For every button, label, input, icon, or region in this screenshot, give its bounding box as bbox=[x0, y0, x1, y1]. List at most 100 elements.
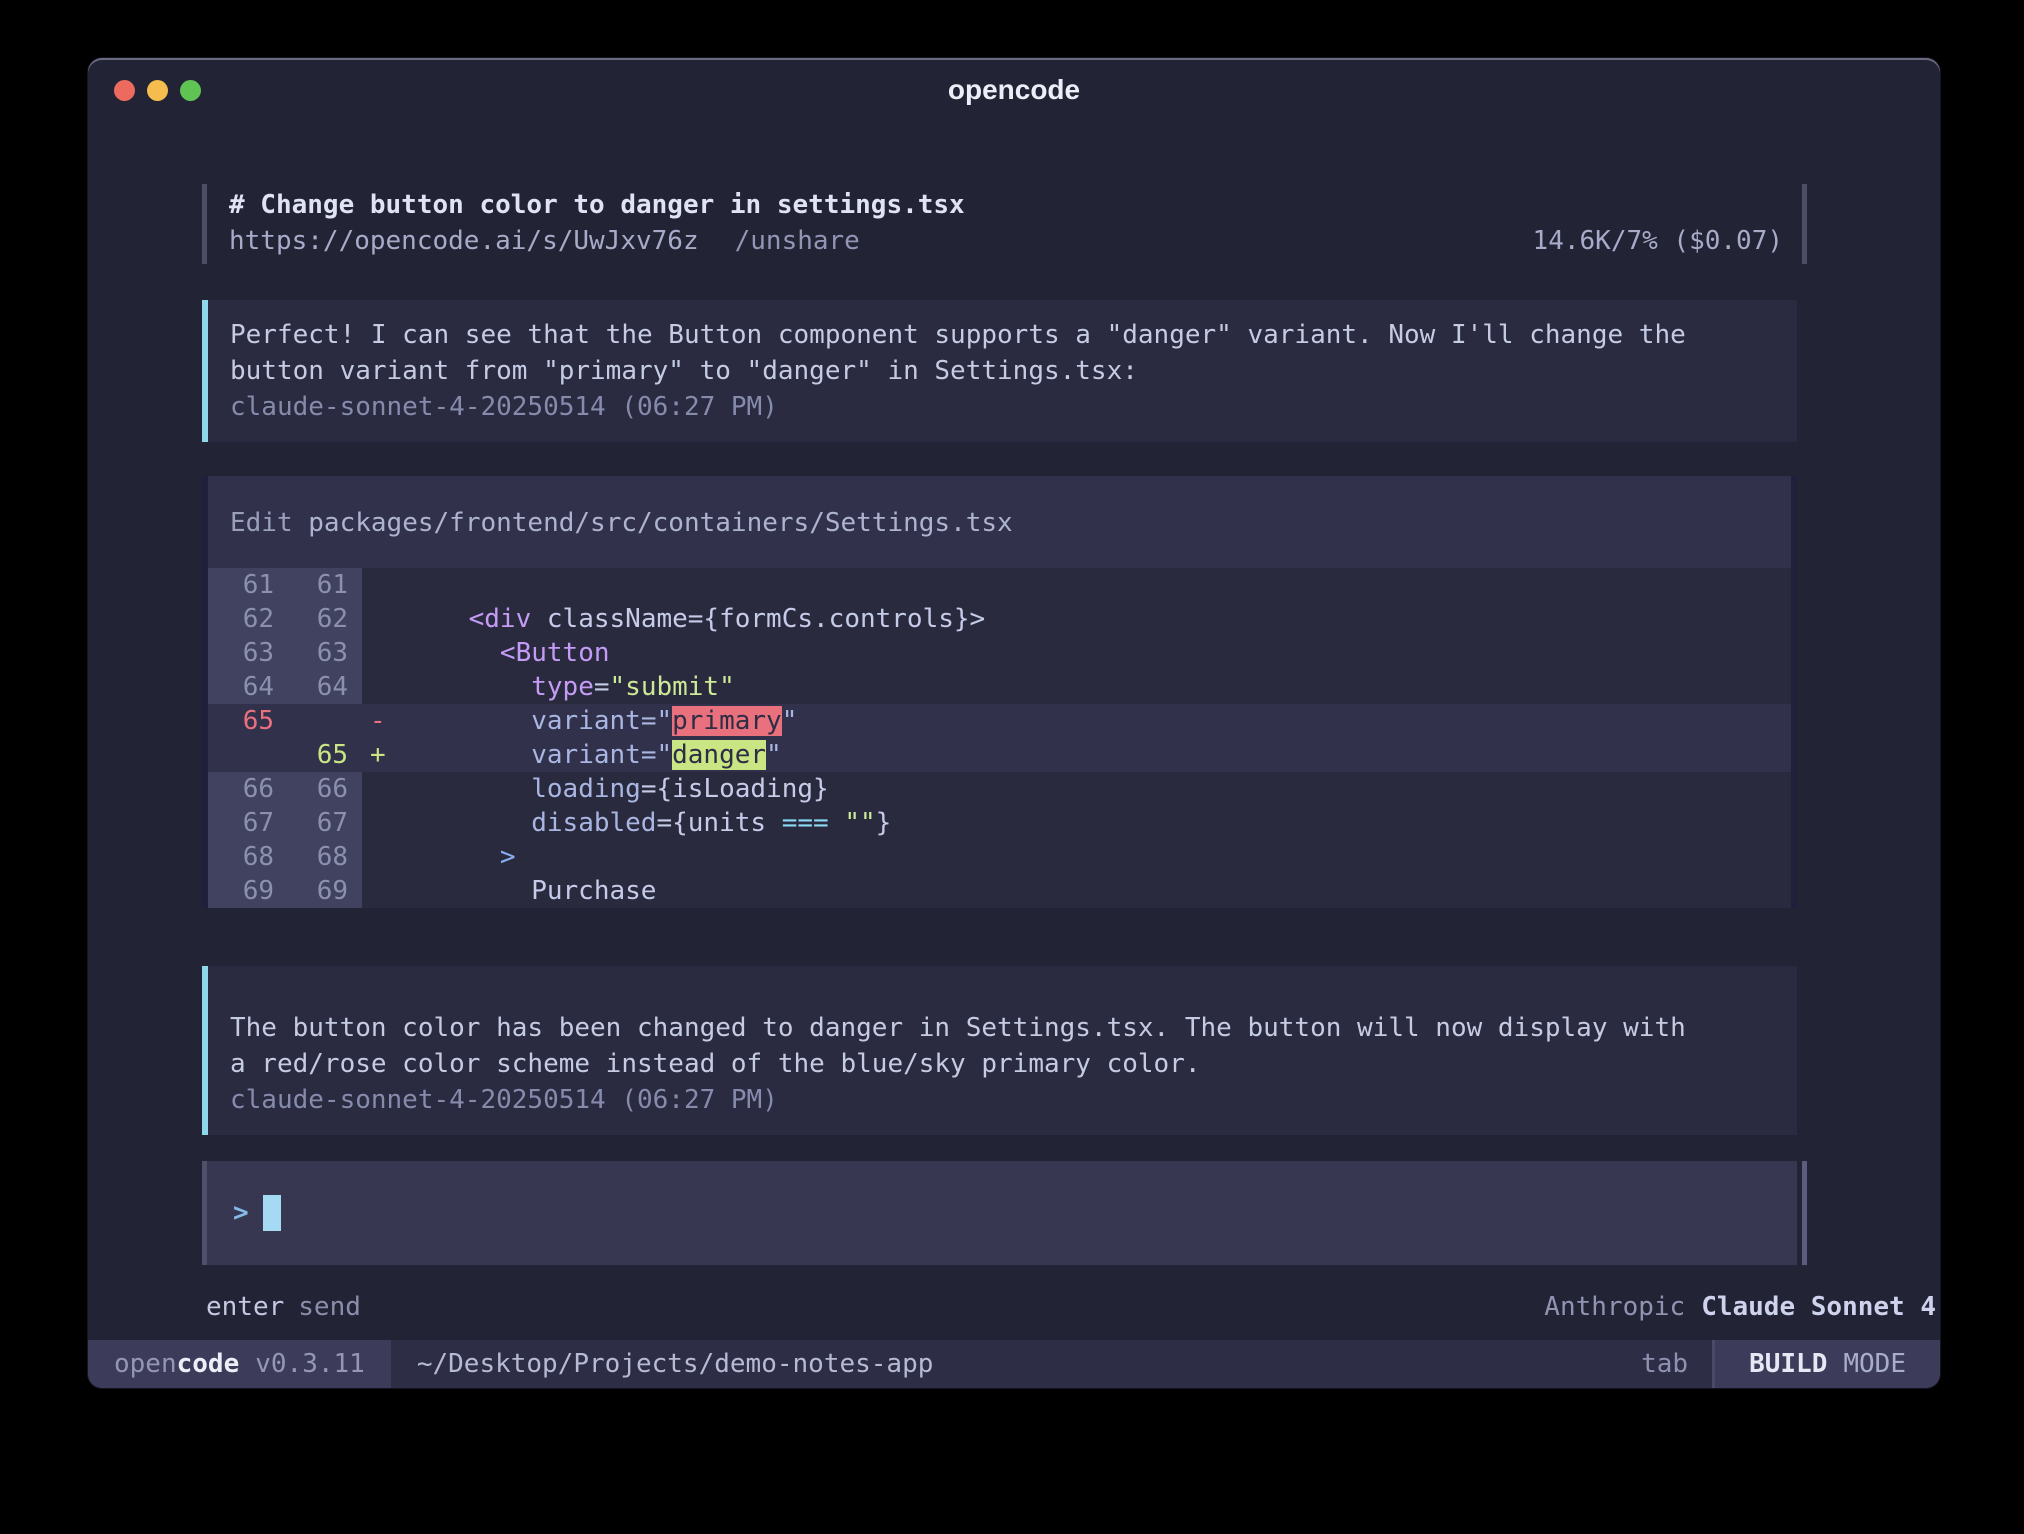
code-token: Purchase bbox=[406, 876, 656, 906]
assistant-message-meta: claude-sonnet-4-20250514 (06:27 PM) bbox=[230, 389, 1767, 425]
unshare-command[interactable]: /unshare bbox=[735, 224, 860, 258]
code-token bbox=[406, 706, 531, 736]
window-titlebar[interactable]: opencode bbox=[88, 58, 1940, 122]
window-title: opencode bbox=[948, 74, 1080, 106]
diff-new-lineno: 64 bbox=[288, 670, 362, 704]
prompt-chevron: > bbox=[233, 1198, 249, 1228]
diff-new-lineno: 62 bbox=[288, 602, 362, 636]
assistant-message-text: Perfect! I can see that the Button compo… bbox=[230, 317, 1690, 389]
code-token: primary bbox=[672, 706, 782, 736]
code-token bbox=[406, 740, 531, 770]
diff-new-lineno: 69 bbox=[288, 874, 362, 908]
prompt-input-wrap: > bbox=[202, 1161, 1797, 1265]
diff-code-line: <div className={formCs.controls}> bbox=[406, 602, 1791, 636]
diff-old-lineno: 69 bbox=[208, 874, 288, 908]
zoom-button[interactable] bbox=[180, 80, 201, 101]
diff-change-marker bbox=[362, 670, 406, 704]
app-name-normal: open bbox=[114, 1349, 177, 1379]
code-token bbox=[406, 672, 531, 702]
diff-change-marker bbox=[362, 772, 406, 806]
diff-new-lineno: 68 bbox=[288, 840, 362, 874]
diff-code-line: Purchase bbox=[406, 874, 1791, 908]
diff-new-lineno: 61 bbox=[288, 568, 362, 602]
diff-code-line: type="submit" bbox=[406, 670, 1791, 704]
edited-file-path: packages/frontend/src/containers/Setting… bbox=[308, 508, 1012, 538]
working-directory: ~/Desktop/Projects/demo-notes-app bbox=[417, 1349, 934, 1379]
input-hint-row: enter send Anthropic Claude Sonnet 4 bbox=[202, 1289, 1940, 1325]
opencode-window: opencode # Change button color to danger… bbox=[88, 58, 1940, 1388]
code-token: type bbox=[531, 672, 594, 702]
code-token: " bbox=[766, 740, 782, 770]
code-token bbox=[406, 604, 469, 634]
assistant-message: The button color has been changed to dan… bbox=[202, 966, 1797, 1135]
diff-change-marker bbox=[362, 568, 406, 602]
code-token bbox=[829, 808, 845, 838]
context-usage-stats: 14.6K/7% ($0.07) bbox=[1533, 224, 1797, 258]
diff-row: 6767 disabled={units === ""} bbox=[208, 806, 1791, 840]
assistant-message-meta: claude-sonnet-4-20250514 (06:27 PM) bbox=[230, 1082, 1767, 1118]
code-token: variant bbox=[531, 740, 641, 770]
minimize-button[interactable] bbox=[147, 80, 168, 101]
diff-old-lineno: 63 bbox=[208, 636, 288, 670]
app-version-segment: opencode v0.3.11 bbox=[88, 1340, 391, 1388]
diff-change-marker bbox=[362, 840, 406, 874]
code-token: > bbox=[500, 842, 516, 872]
diff-old-lineno bbox=[208, 738, 288, 772]
code-token: ={units bbox=[656, 808, 781, 838]
diff-old-lineno: 65 bbox=[208, 704, 288, 738]
edit-tool-card: Edit packages/frontend/src/containers/Se… bbox=[202, 476, 1797, 908]
send-action-hint: send bbox=[298, 1289, 361, 1325]
diff-code-line: disabled={units === ""} bbox=[406, 806, 1791, 840]
diff-code-line: variant="primary" bbox=[406, 704, 1791, 738]
diff-new-lineno: 63 bbox=[288, 636, 362, 670]
app-version: v0.3.11 bbox=[255, 1349, 365, 1379]
model-provider: Anthropic bbox=[1544, 1289, 1685, 1325]
close-button[interactable] bbox=[114, 80, 135, 101]
conversation-scroll-area[interactable]: # Change button color to danger in setti… bbox=[88, 122, 1940, 1340]
diff-old-lineno: 64 bbox=[208, 670, 288, 704]
edit-tool-header: Edit packages/frontend/src/containers/Se… bbox=[208, 476, 1791, 568]
code-token bbox=[406, 842, 500, 872]
app-name-bold: code bbox=[177, 1349, 240, 1379]
code-token: danger bbox=[672, 740, 766, 770]
diff-old-lineno: 66 bbox=[208, 772, 288, 806]
share-url-link[interactable]: https://opencode.ai/s/UwJxv76z bbox=[229, 224, 699, 258]
diff-row: 65 - variant="primary" bbox=[208, 704, 1791, 738]
code-token: } bbox=[876, 808, 892, 838]
code-token: <div bbox=[469, 604, 532, 634]
prompt-input[interactable]: > bbox=[202, 1161, 1797, 1265]
code-token: disabled bbox=[531, 808, 656, 838]
session-header: # Change button color to danger in setti… bbox=[202, 184, 1797, 264]
code-token: variant bbox=[531, 706, 641, 736]
diff-new-lineno: 65 bbox=[288, 738, 362, 772]
diff-change-marker: - bbox=[362, 704, 406, 738]
tab-key-hint[interactable]: tab bbox=[1641, 1349, 1688, 1379]
session-subline: https://opencode.ai/s/UwJxv76z /unshare … bbox=[229, 224, 1797, 258]
tool-name: Edit bbox=[230, 508, 293, 538]
diff-row: 6161 bbox=[208, 568, 1791, 602]
diff-old-lineno: 62 bbox=[208, 602, 288, 636]
code-token bbox=[406, 808, 531, 838]
assistant-message: Perfect! I can see that the Button compo… bbox=[202, 300, 1797, 442]
diff-new-lineno bbox=[288, 704, 362, 738]
diff-change-marker bbox=[362, 806, 406, 840]
status-bar: opencode v0.3.11 ~/Desktop/Projects/demo… bbox=[88, 1340, 1940, 1388]
diff-row: 6262 <div className={formCs.controls}> bbox=[208, 602, 1791, 636]
code-token: === bbox=[782, 808, 829, 838]
diff-new-lineno: 67 bbox=[288, 806, 362, 840]
diff-change-marker bbox=[362, 602, 406, 636]
diff-code-line bbox=[406, 568, 1791, 602]
enter-key-hint: enter bbox=[206, 1289, 284, 1325]
diff-old-lineno: 67 bbox=[208, 806, 288, 840]
mode-indicator[interactable]: BUILD MODE bbox=[1715, 1340, 1940, 1388]
model-name: Claude Sonnet 4 bbox=[1701, 1289, 1936, 1325]
traffic-lights bbox=[114, 58, 201, 122]
code-token: className={formCs.controls}> bbox=[531, 604, 985, 634]
code-token: = bbox=[594, 672, 610, 702]
diff-row: 65+ variant="danger" bbox=[208, 738, 1791, 772]
diff-new-lineno: 66 bbox=[288, 772, 362, 806]
diff-view: 61616262 <div className={formCs.controls… bbox=[208, 568, 1791, 908]
diff-old-lineno: 61 bbox=[208, 568, 288, 602]
code-token bbox=[406, 638, 500, 668]
code-token: ={isLoading} bbox=[641, 774, 829, 804]
